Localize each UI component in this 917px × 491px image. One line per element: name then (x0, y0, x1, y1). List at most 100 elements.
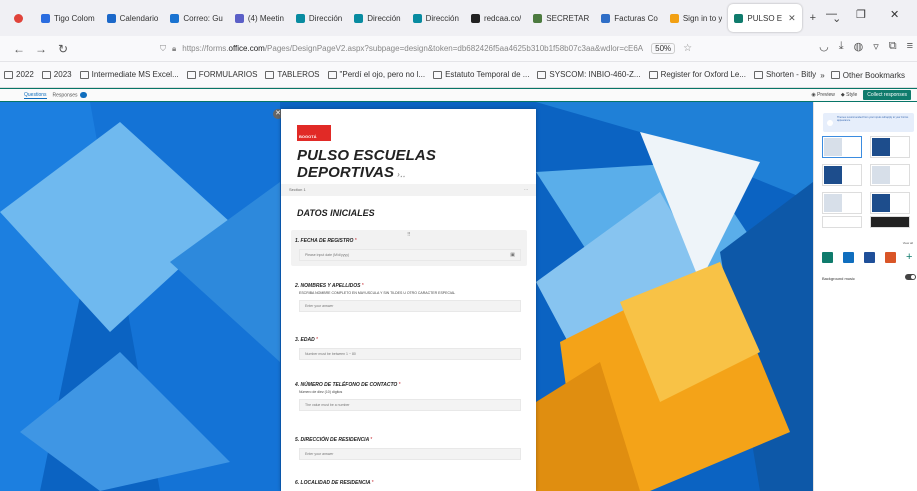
theme-preview (872, 138, 890, 156)
browser-tab[interactable]: (4) Meetin (229, 4, 290, 32)
bookmark-item[interactable]: "Perdí el ojo, pero no l... (327, 70, 425, 79)
extensions-icon[interactable]: ⧉ (889, 40, 897, 53)
tab-label: Dirección (308, 13, 343, 23)
browser-tab[interactable]: Tigo Colom (35, 4, 101, 32)
back-icon[interactable]: ← (8, 42, 30, 56)
pocket-icon[interactable]: ◡ (819, 40, 829, 53)
bookmark-other[interactable]: Other Bookmarks (830, 70, 905, 80)
question-5[interactable]: 5. DIRECCIÓN DE RESIDENCIA * Enter your … (291, 429, 527, 465)
firefox-view-icon[interactable] (14, 13, 23, 23)
tab-favicon-icon (295, 13, 305, 23)
bookmark-other-label: Other Bookmarks (842, 70, 905, 80)
account-icon[interactable]: ◍ (854, 40, 864, 53)
question-3[interactable]: 3. EDAD * Number must be between 1 ~ 80 (291, 329, 527, 365)
form-title[interactable]: PULSO ESCUELAS DEPORTIVAS ›‥ (297, 147, 536, 181)
browser-tab[interactable]: Dirección (407, 4, 465, 32)
bookmark-item[interactable]: TABLEROS (265, 70, 320, 79)
background-music-label: Background music (822, 276, 855, 281)
date-input[interactable]: Please input date (M/d/yyyy) ▣ (299, 249, 521, 261)
folder-icon (186, 70, 196, 79)
tab-label: Tigo Colom (54, 13, 95, 23)
theme-thumbnail[interactable] (870, 216, 910, 228)
tab-favicon-icon (470, 13, 480, 23)
color-swatch[interactable] (822, 252, 833, 263)
restore-icon[interactable]: ❐ (856, 8, 866, 21)
color-swatch[interactable] (864, 252, 875, 263)
theme-thumbnail[interactable] (822, 136, 862, 158)
tab-label: Calendario (119, 13, 159, 23)
question-1[interactable]: ⠿ 1. FECHA DE REGISTRO * Please input da… (291, 230, 527, 266)
bookmark-item[interactable]: 2023 (41, 70, 72, 79)
browser-tab[interactable]: Dirección (348, 4, 406, 32)
close-window-icon[interactable]: ✕ (890, 8, 899, 21)
theme-thumbnail[interactable] (870, 192, 910, 214)
browser-tab[interactable]: Sign in to y (664, 4, 729, 32)
drag-handle-icon[interactable]: ⠿ (407, 232, 411, 238)
new-tab-icon[interactable]: + (810, 12, 816, 24)
theme-thumbnail[interactable] (870, 164, 910, 186)
question-2[interactable]: 2. NOMBRES Y APELLIDOS * ESCRIBA NOMBRE … (291, 275, 527, 319)
browser-tab[interactable]: Facturas Co (595, 4, 664, 32)
tab-questions[interactable]: Questions (24, 92, 47, 99)
url-bar[interactable]: ⛉ 🔒︎ https://forms. office.com/Pages/Desi… (160, 39, 750, 59)
shield-icon: ⛉ (160, 43, 166, 53)
bookmark-item[interactable]: Estatuto Temporal de ... (433, 70, 529, 79)
collect-responses-button[interactable]: Collect responses (863, 90, 911, 100)
add-color-icon[interactable]: + (906, 251, 912, 263)
folder-icon (41, 70, 51, 79)
question-6[interactable]: 6. LOCALIDAD DE RESIDENCIA * (291, 477, 527, 491)
color-swatch[interactable] (885, 252, 896, 263)
theme-thumbnail[interactable] (822, 164, 862, 186)
view-all-link[interactable]: View all (903, 241, 913, 245)
browser-tab[interactable]: Calendario (101, 4, 165, 32)
question-title: 3. EDAD * (295, 337, 527, 343)
forward-icon[interactable]: → (30, 42, 52, 56)
downloads-icon[interactable]: ⤓ (839, 40, 844, 53)
theme-recommendation-banner: Themes recommended from your inputs will… (823, 113, 914, 132)
question-4[interactable]: 4. NÚMERO DE TELÉFONO DE CONTACTO * Núme… (291, 374, 527, 418)
close-tab-icon[interactable]: ✕ (788, 13, 796, 24)
browser-tab[interactable]: Dirección (290, 4, 348, 32)
forms-tab-bar: Questions Responses ◉ Preview ◆ Style Co… (0, 89, 917, 101)
theme-thumbnail[interactable] (870, 136, 910, 158)
bookmark-star-icon[interactable]: ☆ (683, 43, 692, 54)
number-input[interactable]: Number must be between 1 ~ 80 (299, 348, 521, 360)
browser-tab[interactable]: Correo: Gu (164, 4, 229, 32)
minimize-icon[interactable]: — (826, 8, 837, 20)
calendar-icon[interactable]: ▣ (510, 250, 515, 260)
bookmark-item[interactable]: Register for Oxford Le... (648, 70, 746, 79)
style-button[interactable]: ◆ Style (841, 92, 857, 98)
bookmark-item[interactable]: Intermediate MS Excel... (79, 70, 179, 79)
preview-button[interactable]: ◉ Preview (811, 92, 835, 98)
chevron-right-icon[interactable]: » (820, 71, 824, 80)
more-options-icon[interactable]: ··· (524, 184, 528, 196)
tab-responses[interactable]: Responses (53, 91, 87, 98)
bookmark-item[interactable]: Shorten - Bitly (753, 70, 816, 79)
menu-icon[interactable]: ≡ (907, 40, 913, 53)
browser-tab[interactable]: redcaa.co/ (465, 4, 527, 32)
bookmark-item[interactable]: 2022 (4, 70, 34, 79)
form-title-text: PULSO ESCUELAS DEPORTIVAS (297, 147, 436, 181)
bookmark-item[interactable]: SYSCOM: INBIO-460-Z... (537, 70, 641, 79)
theme-thumbnail[interactable] (822, 216, 862, 228)
phone-input[interactable]: The value must be a number (299, 399, 521, 411)
zoom-level[interactable]: 50% (651, 43, 676, 54)
text-input[interactable]: Enter your answer (299, 448, 521, 460)
input-placeholder: Enter your answer (305, 304, 334, 308)
bookmark-favicon-icon (79, 70, 89, 79)
extension-icon[interactable]: ▿ (873, 40, 879, 53)
section-header[interactable]: Section 1 ··· (281, 184, 536, 196)
browser-tab[interactable]: SECRETAR (527, 4, 595, 32)
bookmark-label: TABLEROS (277, 70, 320, 79)
theme-thumbnail[interactable] (822, 192, 862, 214)
background-music-toggle[interactable] (905, 274, 916, 280)
immersive-reader-icon[interactable]: ›‥ (397, 170, 405, 179)
question-title: 6. LOCALIDAD DE RESIDENCIA * (295, 480, 527, 486)
color-swatch[interactable] (843, 252, 854, 263)
section-title[interactable]: DATOS INICIALES (297, 208, 375, 218)
browser-tab[interactable]: PULSO E ✕ (728, 4, 802, 32)
bookmark-label: FORMULARIOS (198, 70, 258, 79)
bookmark-item[interactable]: FORMULARIOS (186, 70, 258, 79)
reload-icon[interactable]: ↻ (52, 42, 74, 56)
text-input[interactable]: Enter your answer (299, 300, 521, 312)
